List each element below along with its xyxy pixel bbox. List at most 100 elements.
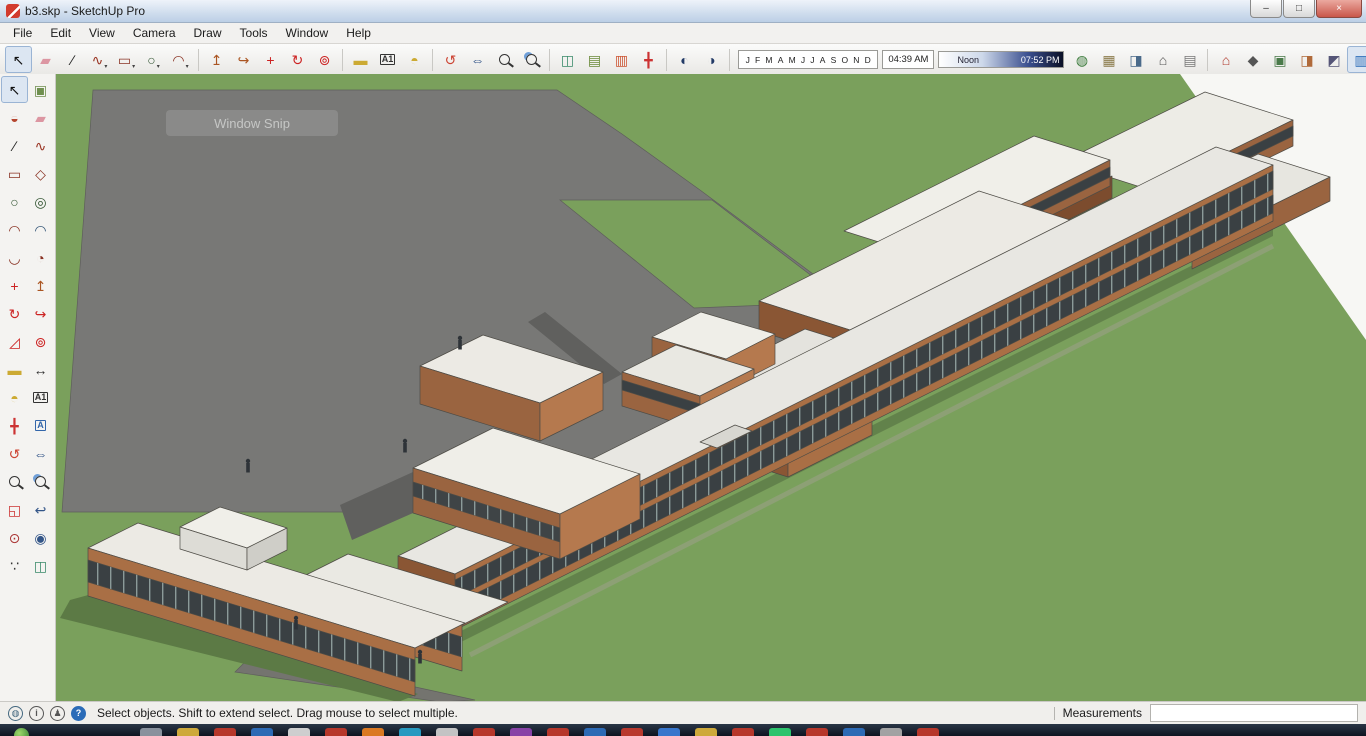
scale-tool-button[interactable]: ◿ — [1, 328, 28, 355]
taskbar-app-icon[interactable] — [584, 728, 606, 736]
taskbar-app-icon[interactable] — [621, 728, 643, 736]
two-point-arc-tool-button[interactable]: ◠ — [27, 216, 54, 243]
menu-tools[interactable]: Tools — [231, 24, 277, 42]
zoom-tool-button[interactable] — [491, 46, 518, 73]
minimize-button[interactable]: – — [1250, 0, 1282, 18]
position-camera-tool-button[interactable]: ⊙ — [1, 524, 28, 551]
orbit-tool-button[interactable]: ↺ — [437, 46, 464, 73]
taskbar-app-icon[interactable] — [251, 728, 273, 736]
push-pull-tool-button[interactable]: ↥ — [27, 272, 54, 299]
extension-warehouse-button[interactable]: ◆ — [1239, 46, 1266, 73]
menu-help[interactable]: Help — [337, 24, 380, 42]
default-tray-button[interactable]: ▥ — [1347, 46, 1366, 73]
section-plane-tool-button[interactable]: ◫ — [554, 46, 581, 73]
credits-icon[interactable]: i — [29, 705, 44, 721]
protractor-tool-button[interactable]: ◓ — [1, 384, 28, 411]
maximize-button[interactable]: □ — [1283, 0, 1315, 18]
measurements-input[interactable] — [1150, 704, 1358, 722]
line-tool-button[interactable]: ∕ — [1, 132, 28, 159]
text-tool-button[interactable]: A1 — [27, 384, 54, 411]
rectangle-tool-button[interactable]: ▭ — [1, 160, 28, 187]
windows-taskbar[interactable] — [0, 724, 1366, 736]
freehand-tool-button[interactable]: ∿ — [27, 132, 54, 159]
orbit-tool-button[interactable]: ↺ — [1, 440, 28, 467]
axes-tool-button[interactable]: ╋ — [1, 412, 28, 439]
menu-view[interactable]: View — [80, 24, 124, 42]
select-tool-button[interactable]: ↖ — [5, 46, 32, 73]
rotate-tool-button[interactable]: ↻ — [284, 46, 311, 73]
taskbar-app-icon[interactable] — [769, 728, 791, 736]
move-tool-button[interactable]: + — [1, 272, 28, 299]
taskbar-app-icon[interactable] — [917, 728, 939, 736]
taskbar-app-icon[interactable] — [695, 728, 717, 736]
model-viewport[interactable]: Window Snip — [56, 74, 1366, 702]
look-around-tool-button[interactable]: ◉ — [27, 524, 54, 551]
geolocation-icon[interactable]: ◍ — [8, 705, 23, 721]
section-fill-tool-button[interactable]: ▤ — [581, 46, 608, 73]
help-icon[interactable]: ? — [71, 705, 86, 721]
zoom-extents-tool-button[interactable]: ◱ — [1, 496, 28, 523]
make-component-tool-button[interactable]: ▣ — [27, 76, 54, 103]
dimension-tool-button[interactable]: ↔ — [27, 356, 54, 383]
toggle-terrain-button[interactable]: ▦ — [1095, 46, 1122, 73]
offset-tool-button[interactable]: ⊚ — [311, 46, 338, 73]
pie-tool-button[interactable]: ◔ — [27, 244, 54, 271]
taskbar-app-icon[interactable] — [843, 728, 865, 736]
freehand-tool-dropdown-icon[interactable]: ▾ — [104, 63, 107, 70]
menu-file[interactable]: File — [4, 24, 41, 42]
zoom-window-tool-button[interactable] — [518, 46, 545, 73]
model-canvas[interactable] — [56, 74, 1366, 702]
rectangle-tool-button[interactable]: ▭ ▾ — [113, 46, 140, 73]
taskbar-app-icon[interactable] — [806, 728, 828, 736]
freehand-tool-button[interactable]: ∿ ▾ — [86, 46, 113, 73]
move-tool-button[interactable]: + — [257, 46, 284, 73]
taskbar-app-icon[interactable] — [325, 728, 347, 736]
preview-model-button[interactable]: ⌂ — [1149, 46, 1176, 73]
close-button[interactable]: × — [1316, 0, 1362, 18]
circle-tool-button[interactable]: ○ — [1, 188, 28, 215]
taskbar-app-icon[interactable] — [177, 728, 199, 736]
taskbar-app-icon[interactable] — [658, 728, 680, 736]
line-tool-button[interactable]: ∕ — [59, 46, 86, 73]
materials-panel-button[interactable]: ◨ — [1293, 46, 1320, 73]
protractor-tool-button[interactable]: ◓ — [401, 46, 428, 73]
offset-tool-button[interactable]: ⊚ — [27, 328, 54, 355]
taskbar-app-icon[interactable] — [288, 728, 310, 736]
styles-panel-button[interactable]: ◩ — [1320, 46, 1347, 73]
tape-measure-tool-button[interactable]: ▬ — [347, 46, 374, 73]
arc-tool-button[interactable]: ◠ — [1, 216, 28, 243]
section-plane-tool-button[interactable]: ◫ — [27, 552, 54, 579]
taskbar-app-icon[interactable] — [436, 728, 458, 736]
taskbar-app-icon[interactable] — [547, 728, 569, 736]
shadow-settings-button[interactable]: ◐ — [671, 46, 698, 73]
paint-bucket-tool-button[interactable]: ◒ — [1, 104, 28, 131]
eraser-tool-button[interactable]: ▰ — [27, 104, 54, 131]
components-panel-button[interactable]: ▣ — [1266, 46, 1293, 73]
taskbar-app-icon[interactable] — [880, 728, 902, 736]
pan-tool-button[interactable]: ⇔ — [27, 440, 54, 467]
circle-tool-button[interactable]: ○ ▾ — [140, 46, 167, 73]
pan-tool-button[interactable]: ⇔ — [464, 46, 491, 73]
model-info-button[interactable]: ▤ — [1176, 46, 1203, 73]
arc-tool-button[interactable]: ◠ ▾ — [167, 46, 194, 73]
select-tool-button[interactable]: ↖ — [1, 76, 28, 103]
circle-tool-dropdown-icon[interactable]: ▾ — [157, 63, 160, 70]
taskbar-app-icon[interactable] — [732, 728, 754, 736]
eraser-tool-button[interactable]: ▰ — [32, 46, 59, 73]
taskbar-app-icon[interactable] — [140, 728, 162, 736]
polygon-tool-button[interactable]: ◎ — [27, 188, 54, 215]
menu-window[interactable]: Window — [277, 24, 338, 42]
rotated-rectangle-tool-button[interactable]: ◇ — [27, 160, 54, 187]
section-cut-tool-button[interactable]: ▥ — [608, 46, 635, 73]
rectangle-tool-dropdown-icon[interactable]: ▾ — [132, 63, 135, 70]
sign-in-icon[interactable]: ♟ — [50, 705, 65, 721]
taskbar-app-icon[interactable] — [510, 728, 532, 736]
3d-warehouse-button[interactable]: ⌂ — [1212, 46, 1239, 73]
menu-draw[interactable]: Draw — [185, 24, 231, 42]
menu-camera[interactable]: Camera — [124, 24, 185, 42]
zoom-tool-button[interactable] — [1, 468, 28, 495]
tape-measure-tool-button[interactable]: ▬ — [1, 356, 28, 383]
arc-tool-dropdown-icon[interactable]: ▾ — [186, 63, 189, 70]
3d-text-tool-button[interactable]: A — [27, 412, 54, 439]
shadow-time-slider[interactable]: Noon 07:52 PM — [938, 51, 1065, 68]
